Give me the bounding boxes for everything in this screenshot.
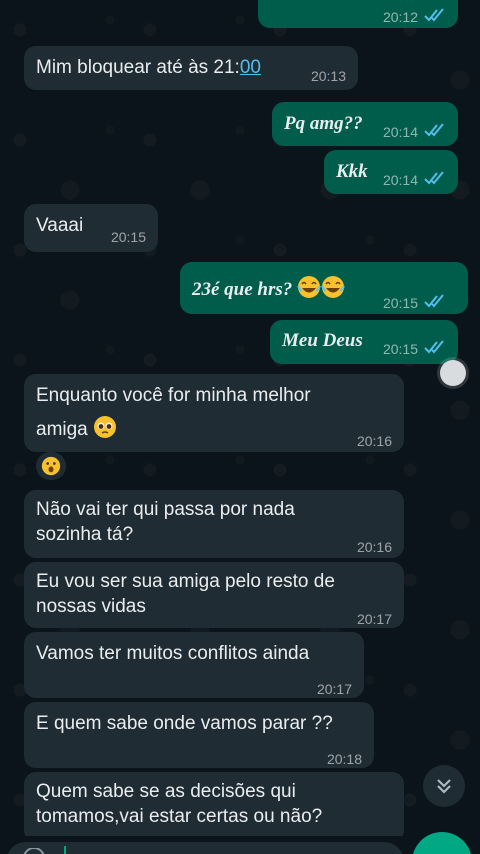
message-time: 20:13 [310,68,346,84]
message-bubble-incoming[interactable]: Vamos ter muitos conflitos ainda 20:17 [24,632,364,698]
message-list[interactable]: 20:12 Mim bloquear até às 21:00 20:13 Pq… [0,0,480,854]
message-bubble-incoming[interactable]: Eu vou ser sua amiga pelo resto de nossa… [24,562,404,628]
read-ticks-icon [424,123,444,137]
message-bubble-outgoing[interactable]: 23é que hrs? 20:15 [180,262,468,314]
message-time: 20:14 [382,172,418,188]
message-bubble-outgoing[interactable]: 20:12 [258,0,458,28]
message-time: 20:15 [110,229,146,245]
message-text: Meu Deus [282,330,363,351]
read-ticks-icon [424,8,444,22]
astonished-face-emoji [41,456,61,476]
message-text-line: Quem sabe se as decisões qui [36,781,296,802]
message-time: 20:16 [356,539,392,555]
message-bubble-outgoing[interactable]: Meu Deus 20:15 [270,320,458,364]
message-text: Vaaai [36,215,84,236]
message-bubble-incoming[interactable]: Quem sabe se as decisões qui tomamos,vai… [24,772,404,842]
message-text-part: 23é que hrs? [192,279,293,300]
message-text-line: Eu vou ser sua amiga pelo resto de [36,571,335,592]
message-text: 23é que hrs? [192,275,345,301]
message-time: 20:17 [356,611,392,627]
message-text-line: sozinha tá? [36,524,134,545]
message-time: 20:15 [382,295,418,311]
message-time: 20:18 [326,751,362,767]
message-text-line: amiga [36,415,117,441]
pleading-face-emoji [94,416,117,438]
message-bubble-outgoing[interactable]: Kkk 20:14 [324,150,458,194]
time-link[interactable]: 00 [240,57,261,78]
scroll-to-bottom-button[interactable] [423,765,465,807]
read-ticks-icon [424,340,444,354]
message-time: 20:17 [316,681,352,697]
message-text: Mim bloquear até às 21:00 [36,56,261,79]
message-text: E quem sabe onde vamos parar ?? [36,713,333,734]
laughing-emoji [297,276,321,298]
scrollbar-thumb[interactable] [440,360,466,386]
message-text-line: tomamos,vai estar certas ou não? [36,806,323,827]
message-bubble-outgoing[interactable]: Pq amg?? 20:14 [272,102,458,146]
message-text: Kkk [336,161,368,182]
message-time: 20:15 [382,341,418,357]
message-text: Vamos ter muitos conflitos ainda [36,643,310,664]
message-text-part: Mim bloquear até às 21: [36,57,240,78]
message-bubble-incoming[interactable]: Não vai ter qui passa por nada sozinha t… [24,490,404,558]
message-bubble-incoming[interactable]: Mim bloquear até às 21:00 20:13 [24,46,358,90]
text-cursor [64,846,66,854]
message-bubble-incoming[interactable]: E quem sabe onde vamos parar ?? 20:18 [24,702,374,768]
message-input[interactable] [6,842,404,854]
read-ticks-icon [424,294,444,308]
message-reaction[interactable] [36,452,66,480]
message-text: Pq amg?? [284,113,363,134]
double-chevron-down-icon [437,779,451,794]
message-text-line: Enquanto você for minha melhor [36,385,311,406]
message-text-part: amiga [36,419,88,440]
message-bubble-incoming[interactable]: Enquanto você for minha melhor amiga 20:… [24,374,404,452]
emoji-icon [23,848,45,854]
message-text-line: nossas vidas [36,596,146,617]
message-text-line: Não vai ter qui passa por nada [36,499,295,520]
laughing-emoji [321,276,345,298]
message-time: 20:16 [356,433,392,449]
message-time: 20:14 [382,124,418,140]
read-ticks-icon [424,171,444,185]
message-time: 20:12 [382,9,418,25]
message-bubble-incoming[interactable]: Vaaai 20:15 [24,204,158,252]
